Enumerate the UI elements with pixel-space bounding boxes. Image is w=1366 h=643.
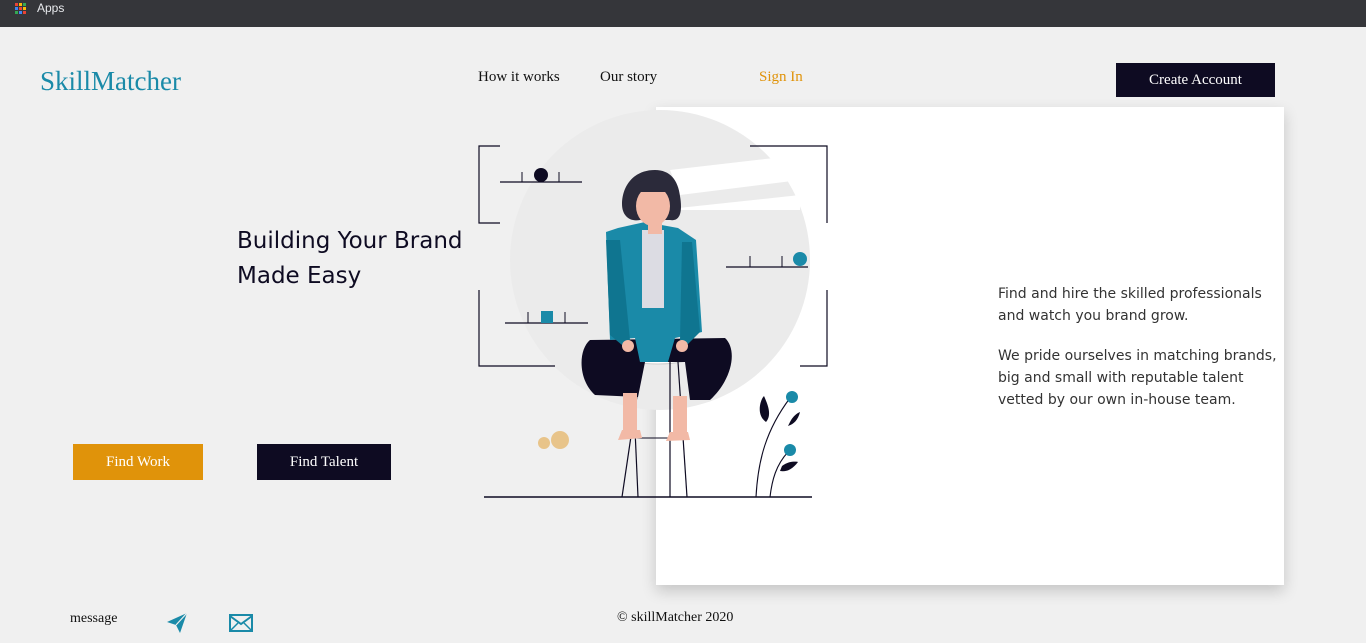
- plant-leaf: [780, 461, 798, 472]
- shelf-box-teal: [541, 311, 553, 323]
- hero-headline-line-2: Made Easy: [237, 263, 362, 289]
- person-foot: [666, 432, 690, 441]
- footer-message-label: message: [70, 611, 118, 626]
- copyright-text: © skillMatcher 2020: [617, 610, 734, 625]
- panel-text: Find and hire the skilled professionals …: [998, 283, 1288, 411]
- plant-leaf: [788, 412, 800, 426]
- shelf-ball-dark: [534, 168, 548, 182]
- find-talent-button[interactable]: Find Talent: [257, 444, 391, 480]
- shelf-ball-teal: [793, 252, 807, 266]
- plant-leaf: [759, 396, 770, 422]
- person-hand: [622, 340, 634, 352]
- nav-how-it-works[interactable]: How it works: [478, 69, 560, 86]
- panel-paragraph-2: We pride ourselves in matching brands, b…: [998, 348, 1277, 408]
- browser-bookmarks-bar: Apps: [0, 0, 1366, 27]
- panel-paragraph-1: Find and hire the skilled professionals …: [998, 286, 1262, 324]
- find-work-button[interactable]: Find Work: [73, 444, 203, 480]
- hero-headline-line-1: Building Your Brand: [237, 228, 463, 254]
- send-plane-icon[interactable]: [166, 612, 188, 634]
- hero-headline: Building Your Brand Made Easy: [237, 224, 477, 294]
- site-logo[interactable]: SkillMatcher: [40, 66, 181, 97]
- create-account-button[interactable]: Create Account: [1116, 63, 1275, 97]
- person-hand: [676, 340, 688, 352]
- person-shin: [673, 396, 687, 436]
- apps-label: Apps: [37, 1, 65, 15]
- nav-our-story[interactable]: Our story: [600, 69, 657, 86]
- apps-grid-icon: [15, 2, 26, 14]
- person-shin: [623, 393, 637, 435]
- plant-flower: [786, 391, 798, 403]
- hero-illustration: [478, 110, 828, 498]
- gold-dot: [551, 431, 569, 449]
- gold-dot: [538, 437, 550, 449]
- frame-left: [478, 145, 500, 224]
- plant-flower: [784, 444, 796, 456]
- mail-icon[interactable]: [229, 614, 253, 632]
- nav-sign-in[interactable]: Sign In: [759, 69, 803, 86]
- apps-shortcut[interactable]: Apps: [15, 1, 64, 15]
- person-shirt: [642, 230, 664, 308]
